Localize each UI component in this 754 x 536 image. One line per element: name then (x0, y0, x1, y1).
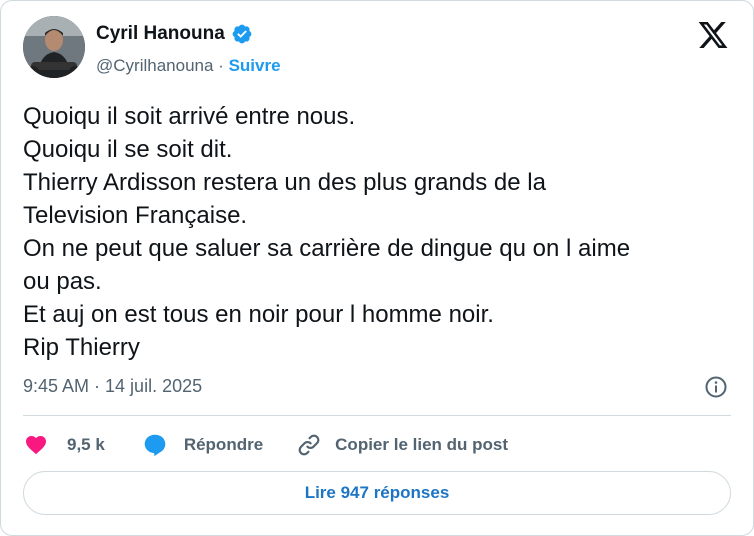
reply-button[interactable]: Répondre (142, 432, 263, 458)
post-text-line: Quoiqu il se soit dit. (23, 136, 233, 163)
post-text-line: Thierry Ardisson restera un des plus gra… (23, 169, 546, 196)
post-text-line: Rip Thierry (23, 334, 140, 361)
reply-bubble-icon (144, 434, 166, 457)
post-text-line: Television Française. (23, 202, 248, 229)
author-handle[interactable]: @Cyrilhanouna (96, 56, 213, 75)
like-count: 9,5 k (67, 435, 105, 454)
heart-icon (26, 436, 46, 455)
copy-link-button[interactable]: Copier le lien du post (296, 432, 508, 458)
post-text-line: On ne peut que saluer sa carrière de din… (23, 235, 631, 262)
post-text-line: Quoiqu il soit arrivé entre nous. (23, 103, 356, 130)
read-replies-label: Lire 947 réponses (304, 483, 450, 502)
avatar[interactable] (23, 16, 85, 78)
post-timestamp[interactable]: 9:45 AM · 14 juil. 2025 (23, 376, 202, 397)
verified-badge-icon (232, 24, 252, 44)
action-bar: 9,5 k Répondre Copier le lien du post (23, 429, 508, 461)
copy-link-label: Copier le lien du post (335, 435, 509, 454)
author-name-row[interactable]: Cyril Hanouna (96, 23, 253, 45)
author-name[interactable]: Cyril Hanouna (96, 23, 225, 45)
reply-label: Répondre (183, 435, 264, 454)
avatar-photo (23, 16, 85, 78)
x-logo-icon[interactable] (697, 19, 729, 51)
separator-dot: · (218, 56, 224, 75)
embedded-post-card: Cyril Hanouna @Cyrilhanouna · Suivre Quo… (0, 0, 754, 536)
info-icon[interactable] (704, 375, 728, 399)
link-icon (298, 434, 320, 456)
post-text-line: Et auj on est tous en noir pour l homme … (23, 301, 494, 328)
like-button[interactable]: 9,5 k (23, 433, 105, 457)
divider (23, 415, 731, 416)
post-text: Quoiqu il soit arrivé entre nous. Quoiqu… (23, 100, 733, 364)
follow-button[interactable]: Suivre (229, 56, 281, 75)
handle-row: @Cyrilhanouna · Suivre (96, 56, 281, 76)
post-text-line: ou pas. (23, 268, 102, 295)
read-replies-button[interactable]: Lire 947 réponses (23, 471, 731, 515)
